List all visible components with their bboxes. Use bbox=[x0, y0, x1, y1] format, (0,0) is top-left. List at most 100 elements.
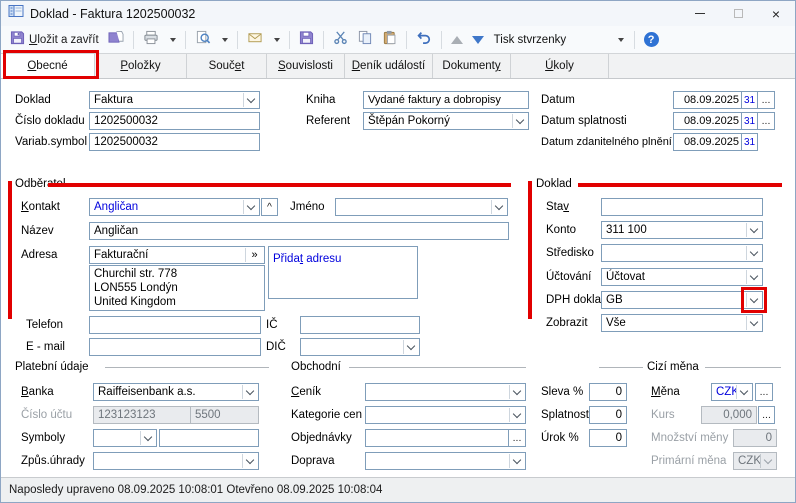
send-options-button[interactable] bbox=[269, 29, 283, 51]
doklad-select[interactable]: Faktura bbox=[89, 91, 260, 109]
ellipsis-icon: ... bbox=[762, 115, 771, 127]
adresa-type-select[interactable]: Fakturační » bbox=[89, 246, 265, 264]
telefon-input[interactable] bbox=[89, 316, 261, 334]
primarni-mena-select: CZK bbox=[733, 452, 777, 470]
chevron-down-icon[interactable] bbox=[746, 246, 761, 260]
jmeno-select[interactable] bbox=[335, 198, 508, 216]
adresa-textbox[interactable]: Churchil str. 778 LON555 Londýn United K… bbox=[89, 265, 265, 311]
export-save-button[interactable] bbox=[296, 29, 317, 51]
dph-doklad-select[interactable]: GB bbox=[601, 291, 763, 309]
cut-button[interactable] bbox=[330, 29, 351, 51]
konto-select[interactable]: 311 100 bbox=[601, 221, 763, 239]
maximize-button[interactable] bbox=[719, 1, 757, 26]
sleva-input[interactable] bbox=[589, 383, 627, 401]
preview-options-button[interactable] bbox=[217, 29, 231, 51]
annotation-obecne-tab bbox=[3, 50, 99, 79]
print-options-button[interactable] bbox=[165, 29, 179, 51]
chevron-down-icon[interactable] bbox=[243, 200, 258, 214]
adresa-expand-button[interactable]: » bbox=[245, 248, 263, 262]
chevron-down-icon[interactable] bbox=[736, 385, 751, 399]
close-button[interactable]: × bbox=[757, 1, 795, 26]
report-select[interactable]: Tisk stvrzenky bbox=[490, 30, 628, 50]
referent-select[interactable]: Štěpán Pokorný bbox=[363, 112, 529, 130]
undo-button[interactable] bbox=[413, 29, 435, 51]
datum-splatnosti-more-button[interactable]: ... bbox=[757, 112, 775, 130]
calendar-icon: 31 bbox=[744, 137, 755, 148]
kniha-input[interactable] bbox=[363, 91, 529, 109]
tab-polozky[interactable]: Položky bbox=[95, 54, 187, 78]
email-input[interactable] bbox=[89, 338, 261, 356]
chevron-down-icon[interactable] bbox=[746, 316, 761, 330]
preview-button[interactable] bbox=[192, 29, 214, 51]
stredisko-select[interactable] bbox=[601, 244, 763, 262]
datum-splatnosti-calendar-button[interactable]: 31 bbox=[741, 112, 758, 130]
move-up-button[interactable] bbox=[448, 29, 466, 51]
tab-soucet[interactable]: Součet bbox=[187, 54, 267, 78]
datum-more-button[interactable]: ... bbox=[757, 91, 775, 109]
window-title: Doklad - Faktura 1202500032 bbox=[30, 7, 195, 21]
chevron-down-icon[interactable] bbox=[403, 340, 418, 354]
copy-button[interactable] bbox=[354, 29, 376, 51]
kniha-label: Kniha bbox=[306, 94, 335, 106]
kontakt-select[interactable]: Angličan bbox=[89, 198, 260, 216]
variab-symbol-input[interactable] bbox=[89, 133, 260, 151]
datum-calendar-button[interactable]: 31 bbox=[741, 91, 758, 109]
uctovani-select[interactable]: Účtovat bbox=[601, 268, 763, 286]
minimize-button[interactable] bbox=[681, 1, 719, 26]
chevron-down-icon[interactable] bbox=[242, 385, 257, 399]
tab-dokumenty[interactable]: Dokumenty bbox=[433, 54, 511, 78]
paste-button[interactable] bbox=[379, 29, 400, 51]
chevron-down-icon[interactable] bbox=[243, 93, 258, 107]
datum-zdanitelneho-plneni-calendar-button[interactable]: 31 bbox=[741, 133, 758, 151]
cenik-select[interactable] bbox=[365, 383, 526, 401]
splatnost-input[interactable] bbox=[589, 406, 627, 424]
stav-input[interactable] bbox=[601, 198, 763, 216]
symboly-select[interactable] bbox=[93, 429, 157, 447]
kurs-more-button[interactable]: ... bbox=[758, 406, 775, 424]
chevron-down-icon[interactable] bbox=[746, 223, 761, 237]
adresa-line: United Kingdom bbox=[94, 295, 260, 309]
chevron-down-icon[interactable] bbox=[512, 114, 527, 128]
minimize-icon bbox=[695, 13, 705, 14]
tab-souvislosti[interactable]: Souvislosti bbox=[267, 54, 345, 78]
cislo-uctu-label: Číslo účtu bbox=[21, 409, 72, 421]
kontakt-expand-button[interactable]: ^ bbox=[261, 198, 278, 216]
tab-ukoly[interactable]: Úkoly bbox=[511, 54, 609, 78]
save-and-close-button[interactable]: Uložit a zavřít bbox=[7, 29, 102, 51]
chevron-down-icon[interactable] bbox=[746, 270, 761, 284]
nazev-input[interactable] bbox=[89, 222, 509, 240]
chevron-down-icon[interactable] bbox=[509, 385, 524, 399]
print-button[interactable] bbox=[140, 29, 162, 51]
pridat-adresu-link[interactable]: Přidat adresu bbox=[273, 253, 341, 265]
zpus-uhrady-select[interactable] bbox=[93, 452, 259, 470]
kategorie-cen-select[interactable] bbox=[365, 406, 526, 424]
help-button[interactable]: ? bbox=[641, 29, 662, 51]
chevron-down-icon[interactable] bbox=[242, 454, 257, 468]
objednavky-input[interactable] bbox=[365, 429, 509, 447]
move-down-button[interactable] bbox=[469, 29, 487, 51]
ellipsis-icon: ... bbox=[762, 94, 771, 106]
save-and-close-label: Uložit a zavřít bbox=[29, 34, 99, 46]
chevron-up-icon: ^ bbox=[267, 201, 272, 213]
chevron-down-icon[interactable] bbox=[140, 431, 155, 445]
datum-splatnosti-input[interactable] bbox=[673, 112, 742, 130]
ic-input[interactable] bbox=[300, 316, 420, 334]
urok-input[interactable] bbox=[589, 429, 627, 447]
save-copy-button[interactable] bbox=[105, 29, 127, 51]
mena-select[interactable]: CZK bbox=[711, 383, 753, 401]
send-button[interactable] bbox=[244, 29, 266, 51]
datum-zdanitelneho-plneni-input[interactable] bbox=[673, 133, 742, 151]
banka-select[interactable]: Raiffeisenbank a.s. bbox=[93, 383, 259, 401]
zobrazit-select[interactable]: Vše bbox=[601, 314, 763, 332]
chevron-down-icon[interactable] bbox=[509, 454, 524, 468]
symboly-input[interactable] bbox=[159, 429, 259, 447]
tab-denik-udalosti[interactable]: Deník událostí bbox=[345, 54, 433, 78]
datum-input[interactable] bbox=[673, 91, 742, 109]
cislo-dokladu-input[interactable] bbox=[89, 112, 260, 130]
mena-more-button[interactable]: ... bbox=[755, 383, 773, 401]
doprava-select[interactable] bbox=[365, 452, 526, 470]
chevron-down-icon[interactable] bbox=[509, 408, 524, 422]
chevron-down-icon[interactable] bbox=[491, 200, 506, 214]
dic-select[interactable] bbox=[300, 338, 420, 356]
objednavky-more-button[interactable]: ... bbox=[508, 429, 526, 447]
